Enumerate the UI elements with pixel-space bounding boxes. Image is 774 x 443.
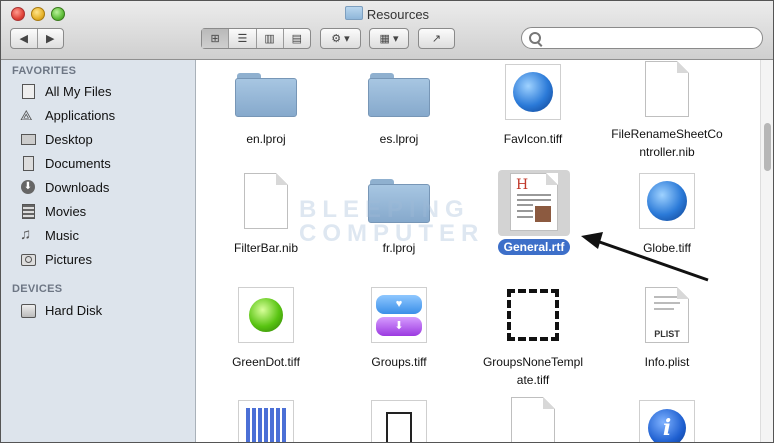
downloads-icon: ⬇ bbox=[20, 179, 36, 195]
file-grid: en.lproj es.lproj FavIcon.tiff FileRenam… bbox=[196, 60, 760, 442]
devices-header: DEVICES bbox=[12, 283, 63, 295]
sidebar-item-movies[interactable]: Movies bbox=[1, 199, 195, 223]
sidebar-item-label: Desktop bbox=[45, 131, 93, 147]
sidebar-item-label: Movies bbox=[45, 203, 87, 219]
all-files-icon bbox=[20, 83, 36, 99]
sidebar-item-label: Pictures bbox=[45, 251, 92, 267]
coverflow-view-button[interactable]: ▤ bbox=[282, 29, 310, 48]
action-button[interactable]: ⚙ ▾ bbox=[320, 28, 361, 49]
scrollbar-thumb[interactable] bbox=[764, 123, 771, 171]
desktop-icon bbox=[20, 131, 36, 147]
arrange-button[interactable]: ▦ ▾ bbox=[369, 28, 409, 49]
favorites-header: FAVORITES bbox=[12, 65, 77, 77]
folder-icon bbox=[344, 6, 363, 20]
sidebar-item-label: Hard Disk bbox=[45, 302, 103, 318]
sidebar-item-label: Downloads bbox=[45, 179, 110, 195]
sidebar-item-label: Applications bbox=[45, 107, 116, 123]
vertical-scrollbar[interactable] bbox=[760, 60, 773, 442]
window-title-text: Resources bbox=[366, 7, 430, 22]
movies-icon bbox=[20, 203, 36, 219]
share-button[interactable]: ↗ bbox=[418, 28, 455, 49]
window-title: Resources bbox=[1, 6, 773, 22]
search-input[interactable] bbox=[521, 27, 763, 49]
sidebar-item-label: Documents bbox=[45, 155, 111, 171]
camera-icon bbox=[20, 251, 36, 267]
sidebar-item-all-my-files[interactable]: All My Files bbox=[1, 79, 195, 103]
back-forward-control: ◀ ▶ bbox=[10, 28, 64, 49]
sidebar-item-hard-disk[interactable]: Hard Disk bbox=[1, 298, 195, 322]
search-icon bbox=[529, 32, 541, 44]
finder-window: Resources ◀ ▶ ⊞ ☰ ▥ ▤ ⚙ ▾ ▦ ▾ ↗ FAVORITE… bbox=[0, 0, 774, 443]
list-view-button[interactable]: ☰ bbox=[228, 29, 255, 48]
column-view-button[interactable]: ▥ bbox=[255, 29, 283, 48]
sidebar-item-pictures[interactable]: Pictures bbox=[1, 247, 195, 271]
sidebar-item-desktop[interactable]: Desktop bbox=[1, 127, 195, 151]
sidebar: FAVORITES All My Files ⟁ Applications De… bbox=[1, 60, 196, 442]
applications-icon: ⟁ bbox=[20, 107, 33, 123]
sidebar-item-music[interactable]: ♫ Music bbox=[1, 223, 195, 247]
music-icon: ♫ bbox=[20, 226, 32, 243]
documents-icon bbox=[20, 155, 36, 171]
view-mode-control: ⊞ ☰ ▥ ▤ bbox=[201, 28, 311, 49]
sidebar-item-label: Music bbox=[45, 227, 79, 243]
icon-view-button[interactable]: ⊞ bbox=[202, 29, 229, 48]
back-button[interactable]: ◀ bbox=[11, 29, 37, 48]
sidebar-item-documents[interactable]: Documents bbox=[1, 151, 195, 175]
sidebar-item-applications[interactable]: ⟁ Applications bbox=[1, 103, 195, 127]
sidebar-item-downloads[interactable]: ⬇ Downloads bbox=[1, 175, 195, 199]
sidebar-item-label: All My Files bbox=[45, 83, 112, 99]
title-bar: Resources ◀ ▶ ⊞ ☰ ▥ ▤ ⚙ ▾ ▦ ▾ ↗ bbox=[1, 1, 773, 60]
annotation-arrow bbox=[581, 232, 709, 282]
forward-button[interactable]: ▶ bbox=[36, 29, 64, 48]
hard-disk-icon bbox=[20, 302, 36, 318]
